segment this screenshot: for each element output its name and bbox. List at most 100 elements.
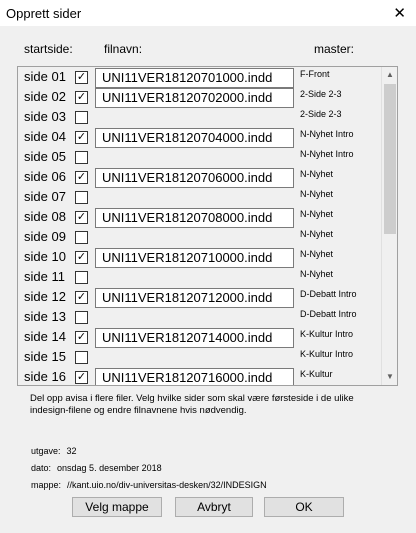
- page-row: side 10 ✓ UNI11VER18120710000.indd N-Nyhet: [18, 247, 382, 268]
- page-row: side 08 ✓ UNI11VER18120708000.indd N-Nyhet: [18, 207, 382, 228]
- filename-field[interactable]: UNI11VER18120714000.indd: [95, 328, 294, 348]
- description-text: Del opp avisa i flere filer. Velg hvilke…: [30, 393, 354, 416]
- master-label: D-Debatt Intro: [300, 289, 357, 299]
- title-bar: Opprett sider ✕: [0, 0, 416, 26]
- master-label: 2-Side 2-3: [300, 109, 342, 119]
- master-label: D-Debatt Intro: [300, 309, 357, 319]
- check-icon: ✓: [76, 171, 87, 183]
- master-label: K-Kultur: [300, 369, 333, 379]
- startside-checkbox[interactable]: ✓: [75, 211, 88, 224]
- startside-checkbox[interactable]: [75, 231, 88, 244]
- filename-field[interactable]: UNI11VER18120702000.indd: [95, 88, 294, 108]
- info-mappe: mappe: //kant.uio.no/div-universitas-desk…: [31, 480, 267, 490]
- check-icon: ✓: [76, 211, 87, 223]
- startside-checkbox[interactable]: [75, 191, 88, 204]
- scroll-thumb[interactable]: [384, 84, 396, 234]
- page-label: side 03: [24, 109, 66, 124]
- page-label: side 16: [24, 369, 66, 384]
- window-title: Opprett sider: [6, 6, 82, 21]
- page-row: side 03 2-Side 2-3: [18, 107, 382, 127]
- ok-button[interactable]: OK: [264, 497, 344, 517]
- check-icon: ✓: [76, 251, 87, 263]
- startside-checkbox[interactable]: [75, 311, 88, 324]
- dato-label: dato:: [31, 463, 52, 473]
- check-icon: ✓: [76, 71, 87, 83]
- page-label: side 04: [24, 129, 66, 144]
- startside-checkbox[interactable]: ✓: [75, 331, 88, 344]
- page-label: side 12: [24, 289, 66, 304]
- startside-checkbox[interactable]: ✓: [75, 131, 88, 144]
- mappe-value: //kant.uio.no/div-universitas-desken/32/…: [67, 480, 267, 490]
- scroll-down-icon[interactable]: ▼: [382, 369, 397, 385]
- filename-field[interactable]: UNI11VER18120704000.indd: [95, 128, 294, 148]
- page-row: side 13 D-Debatt Intro: [18, 307, 382, 327]
- page-rows: side 01 ✓ UNI11VER18120701000.indd F-Front s…: [18, 67, 382, 385]
- startside-checkbox[interactable]: ✓: [75, 251, 88, 264]
- velg-mappe-button[interactable]: Velg mappe: [72, 497, 162, 517]
- page-row: side 04 ✓ UNI11VER18120704000.indd N-Nyhet …: [18, 127, 382, 148]
- page-label: side 15: [24, 349, 66, 364]
- dato-value: onsdag 5. desember 2018: [57, 463, 162, 473]
- mappe-label: mappe:: [31, 480, 62, 490]
- master-label: N-Nyhet: [300, 189, 334, 199]
- filename-field[interactable]: UNI11VER18120710000.indd: [95, 248, 294, 268]
- master-label: N-Nyhet Intro: [300, 149, 354, 159]
- page-list[interactable]: side 01 ✓ UNI11VER18120701000.indd F-Front s…: [17, 66, 398, 386]
- header-filnavn: filnavn:: [104, 42, 143, 56]
- page-label: side 09: [24, 229, 66, 244]
- utgave-value: 32: [66, 446, 77, 456]
- page-row: side 09 N-Nyhet: [18, 227, 382, 247]
- scrollbar[interactable]: ▲ ▼: [381, 67, 397, 385]
- startside-checkbox[interactable]: [75, 151, 88, 164]
- master-label: N-Nyhet: [300, 229, 334, 239]
- header-master: master:: [314, 42, 355, 56]
- filename-field[interactable]: UNI11VER18120701000.indd: [95, 68, 294, 88]
- page-row: side 01 ✓ UNI11VER18120701000.indd F-Front: [18, 67, 382, 88]
- page-label: side 06: [24, 169, 66, 184]
- page-label: side 05: [24, 149, 66, 164]
- check-icon: ✓: [76, 331, 87, 343]
- master-label: F-Front: [300, 69, 330, 79]
- page-label: side 13: [24, 309, 66, 324]
- master-label: N-Nyhet: [300, 249, 334, 259]
- check-icon: ✓: [76, 131, 87, 143]
- page-row: side 16 ✓ UNI11VER18120716000.indd K-Kultur: [18, 367, 382, 385]
- startside-checkbox[interactable]: [75, 111, 88, 124]
- filename-field[interactable]: UNI11VER18120708000.indd: [95, 208, 294, 228]
- info-utgave: utgave: 32: [31, 446, 77, 456]
- startside-checkbox[interactable]: ✓: [75, 171, 88, 184]
- scroll-up-icon[interactable]: ▲: [382, 67, 397, 83]
- check-icon: ✓: [76, 371, 87, 383]
- page-label: side 08: [24, 209, 66, 224]
- page-row: side 12 ✓ UNI11VER18120712000.indd D-Debatt…: [18, 287, 382, 308]
- page-row: side 02 ✓ UNI11VER18120702000.indd 2-Side 2…: [18, 87, 382, 108]
- master-label: 2-Side 2-3: [300, 89, 342, 99]
- page-row: side 11 N-Nyhet: [18, 267, 382, 287]
- startside-checkbox[interactable]: ✓: [75, 371, 88, 384]
- filename-field[interactable]: UNI11VER18120706000.indd: [95, 168, 294, 188]
- filename-field[interactable]: UNI11VER18120716000.indd: [95, 368, 294, 385]
- close-icon[interactable]: ✕: [393, 4, 406, 22]
- page-row: side 15 K-Kultur Intro: [18, 347, 382, 367]
- page-label: side 07: [24, 189, 66, 204]
- utgave-label: utgave:: [31, 446, 61, 456]
- master-label: N-Nyhet: [300, 269, 334, 279]
- page-label: side 11: [24, 269, 65, 284]
- check-icon: ✓: [76, 291, 87, 303]
- startside-checkbox[interactable]: [75, 271, 88, 284]
- page-row: side 06 ✓ UNI11VER18120706000.indd N-Nyhet: [18, 167, 382, 188]
- startside-checkbox[interactable]: ✓: [75, 71, 88, 84]
- startside-checkbox[interactable]: ✓: [75, 291, 88, 304]
- filename-field[interactable]: UNI11VER18120712000.indd: [95, 288, 294, 308]
- startside-checkbox[interactable]: ✓: [75, 91, 88, 104]
- info-dato: dato: onsdag 5. desember 2018: [31, 463, 162, 473]
- page-label: side 10: [24, 249, 66, 264]
- page-label: side 14: [24, 329, 66, 344]
- page-label: side 01: [24, 69, 66, 84]
- page-row: side 14 ✓ UNI11VER18120714000.indd K-Kultur…: [18, 327, 382, 348]
- startside-checkbox[interactable]: [75, 351, 88, 364]
- master-label: N-Nyhet: [300, 169, 334, 179]
- page-row: side 05 N-Nyhet Intro: [18, 147, 382, 167]
- avbryt-button[interactable]: Avbryt: [175, 497, 253, 517]
- master-label: K-Kultur Intro: [300, 349, 354, 359]
